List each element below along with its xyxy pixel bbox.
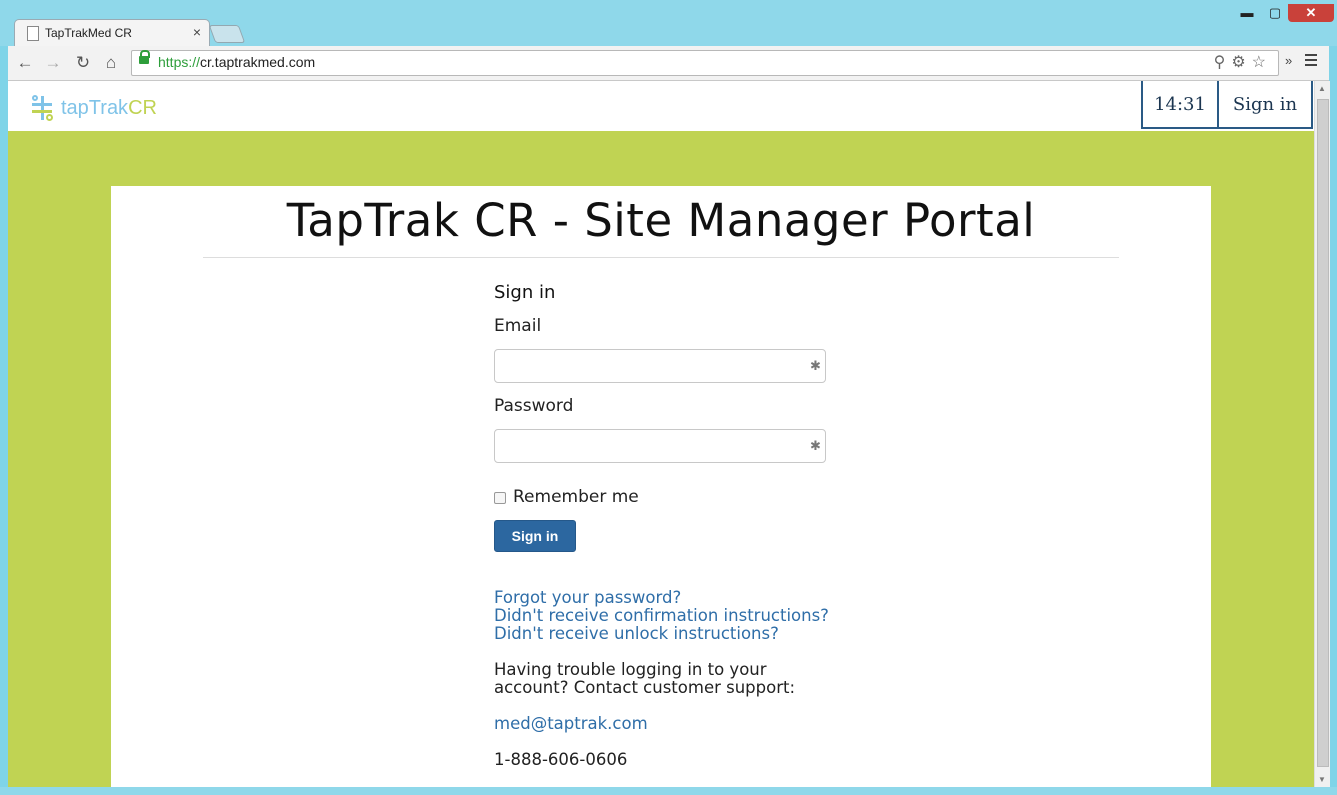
url-text: https://cr.taptrakmed.com: [158, 54, 316, 70]
close-window-button[interactable]: ✕: [1288, 4, 1334, 22]
omnibox-action-icons[interactable]: ⚲⚙☆: [1214, 52, 1272, 72]
new-tab-button[interactable]: [208, 25, 246, 43]
taptrak-logo-icon: [30, 95, 54, 121]
scroll-up-arrow-icon[interactable]: ▲: [1318, 84, 1326, 93]
document-icon: [27, 26, 39, 41]
remember-me-label[interactable]: Remember me: [513, 487, 639, 507]
site-navbar: tapTrakCR 14:31 Sign in: [8, 81, 1314, 131]
scroll-down-arrow-icon[interactable]: ▼: [1318, 775, 1326, 784]
forward-arrow-icon[interactable]: →: [42, 52, 64, 74]
vertical-scrollbar[interactable]: ▲ ▼: [1314, 81, 1330, 787]
hamburger-menu-icon[interactable]: [1305, 54, 1317, 68]
support-text: Having trouble logging in to your accoun…: [494, 660, 796, 697]
page-title: TapTrak CR - Site Manager Portal: [286, 194, 1036, 247]
extensions-overflow-button[interactable]: »: [1285, 53, 1292, 68]
password-manager-icon[interactable]: ✱: [810, 439, 826, 455]
clock-display: 14:31: [1141, 81, 1219, 129]
window-bottom-border: [0, 787, 1337, 795]
address-bar[interactable]: https://cr.taptrakmed.com ⚲⚙☆: [131, 50, 1279, 76]
confirmation-instructions-link[interactable]: Didn't receive confirmation instructions…: [494, 606, 829, 625]
remember-me-checkbox[interactable]: [494, 492, 506, 504]
brand-text: tapTrakCR: [61, 96, 157, 119]
title-divider: [203, 257, 1119, 258]
brand-logo[interactable]: tapTrakCR: [30, 95, 157, 121]
support-email-link[interactable]: med@taptrak.com: [494, 714, 648, 733]
content-card: TapTrak CR - Site Manager Portal Sign in…: [111, 186, 1211, 787]
window-titlebar: TapTrakMed CR × ▬ ▢ ✕: [0, 0, 1337, 47]
password-label: Password: [494, 396, 574, 416]
email-field[interactable]: [494, 349, 826, 383]
support-phone: 1-888-606-0606: [494, 750, 628, 769]
email-label: Email: [494, 316, 542, 336]
page-viewport: tapTrakCR 14:31 Sign in TapTrak CR - Sit…: [8, 81, 1314, 787]
browser-toolbar: ← → ↻ ⌂ https://cr.taptrakmed.com ⚲⚙☆ »: [8, 46, 1329, 81]
maximize-button[interactable]: ▢: [1262, 4, 1288, 22]
sign-in-button[interactable]: Sign in: [494, 520, 576, 552]
tab-close-icon[interactable]: ×: [193, 24, 201, 40]
scrollbar-thumb[interactable]: [1317, 99, 1329, 767]
home-icon[interactable]: ⌂: [100, 52, 122, 74]
forgot-password-link[interactable]: Forgot your password?: [494, 588, 681, 607]
unlock-instructions-link[interactable]: Didn't receive unlock instructions?: [494, 624, 779, 643]
lock-icon: [139, 50, 150, 64]
back-arrow-icon[interactable]: ←: [14, 52, 36, 74]
password-manager-icon[interactable]: ✱: [810, 359, 826, 375]
browser-tab[interactable]: TapTrakMed CR ×: [14, 19, 210, 47]
tab-title: TapTrakMed CR: [45, 26, 132, 40]
nav-sign-in-link[interactable]: Sign in: [1219, 81, 1313, 129]
password-field[interactable]: [494, 429, 826, 463]
form-heading: Sign in: [494, 282, 556, 303]
minimize-button[interactable]: ▬: [1234, 4, 1260, 22]
reload-icon[interactable]: ↻: [72, 52, 94, 74]
